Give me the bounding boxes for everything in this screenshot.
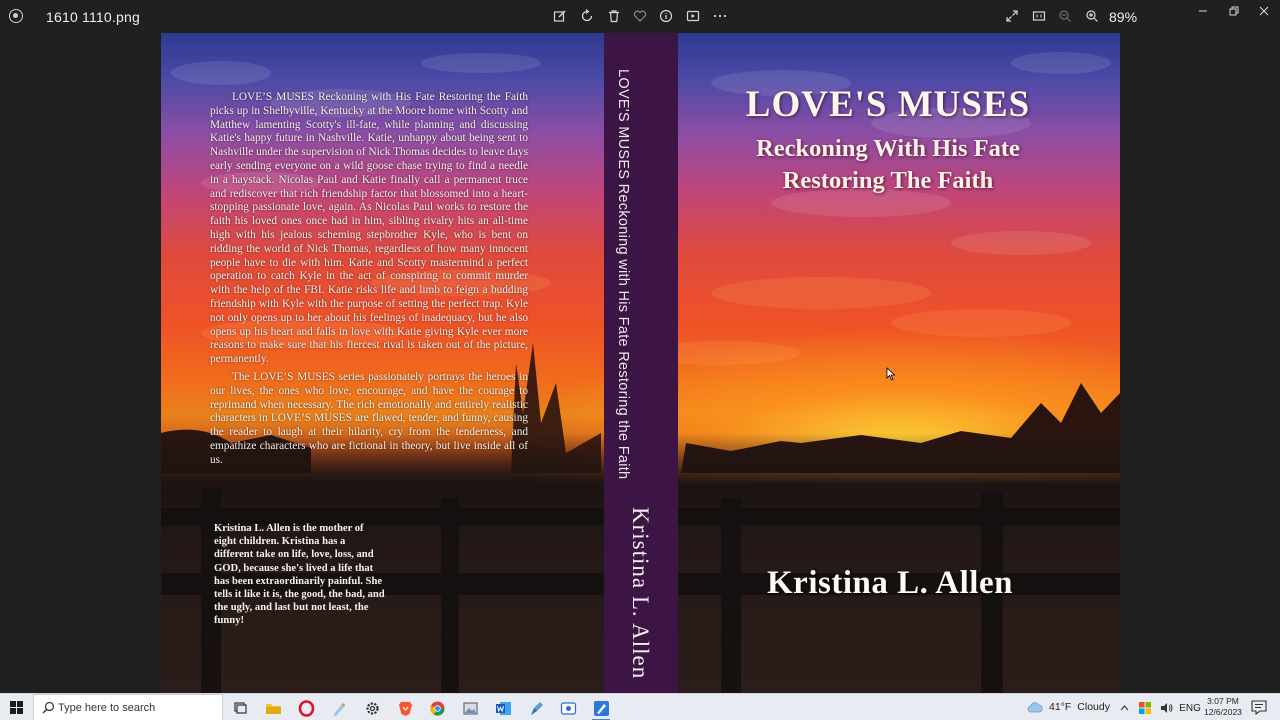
mouse-cursor-icon bbox=[886, 367, 896, 381]
notepad-icon[interactable] bbox=[328, 697, 350, 719]
zoom-in-icon[interactable] bbox=[1083, 7, 1101, 25]
front-subtitle-line-1: Reckoning With His Fate bbox=[756, 135, 1020, 162]
search-input[interactable] bbox=[58, 700, 218, 716]
fullscreen-icon[interactable] bbox=[1003, 7, 1021, 25]
minimize-icon[interactable] bbox=[1195, 4, 1211, 18]
taskbar: 41°F Cloudy ENG 3:07 PM 12/6/2023 bbox=[0, 693, 1280, 720]
zoom-out-icon[interactable] bbox=[1056, 7, 1074, 25]
front-subtitle-line-2: Restoring The Faith bbox=[782, 167, 994, 194]
photos-app-icon bbox=[9, 9, 23, 23]
edit-icon[interactable] bbox=[551, 7, 569, 25]
author-bio: Kristina L. Allen is the mother of eight… bbox=[214, 523, 385, 627]
task-view-icon[interactable] bbox=[229, 697, 251, 719]
actual-size-icon[interactable] bbox=[1030, 7, 1048, 25]
volume-icon[interactable] bbox=[1159, 700, 1175, 716]
close-icon[interactable] bbox=[1256, 4, 1272, 18]
brave-icon[interactable] bbox=[394, 697, 416, 719]
screen-capture-icon[interactable] bbox=[557, 697, 579, 719]
image-viewport[interactable]: LOVE’S MUSES Reckoning with His Fate Res… bbox=[0, 33, 1280, 693]
delete-icon[interactable] bbox=[605, 7, 623, 25]
weather-temperature: 41°F bbox=[1049, 701, 1072, 713]
notification-icon[interactable] bbox=[1250, 699, 1268, 715]
settings-icon[interactable] bbox=[361, 697, 383, 719]
front-subtitle: Reckoning With His Fate Restoring The Fa… bbox=[678, 133, 1098, 197]
chrome-icon[interactable] bbox=[426, 697, 448, 719]
zoom-level[interactable]: 89% bbox=[1109, 9, 1137, 25]
tray-app-icon[interactable] bbox=[1138, 700, 1152, 716]
blurb-paragraph-1: LOVE’S MUSES Reckoning with His Fate Res… bbox=[210, 91, 528, 366]
back-cover-blurb: LOVE’S MUSES Reckoning with His Fate Res… bbox=[210, 91, 528, 472]
pen-app-icon[interactable] bbox=[525, 697, 547, 719]
search-icon bbox=[42, 701, 55, 714]
taskbar-clock[interactable]: 3:07 PM 12/6/2023 bbox=[1200, 696, 1246, 718]
weather-widget[interactable]: 41°F Cloudy bbox=[1027, 699, 1110, 715]
clock-time: 3:07 PM bbox=[1207, 696, 1239, 706]
info-icon[interactable] bbox=[657, 7, 675, 25]
chevron-up-icon[interactable] bbox=[1118, 700, 1130, 716]
file-name: 1610 1110.png bbox=[46, 9, 140, 25]
front-author: Kristina L. Allen bbox=[767, 565, 1013, 601]
word-icon[interactable] bbox=[492, 697, 514, 719]
favorite-icon[interactable] bbox=[631, 7, 649, 25]
taskbar-search[interactable] bbox=[33, 694, 223, 720]
language-indicator[interactable]: ENG bbox=[1179, 700, 1201, 716]
windows-start-icon[interactable] bbox=[0, 694, 33, 720]
paint-app-icon[interactable] bbox=[590, 697, 612, 720]
photos-app-icon[interactable] bbox=[459, 697, 481, 719]
rotate-icon[interactable] bbox=[578, 7, 596, 25]
more-icon[interactable] bbox=[711, 7, 729, 25]
restore-icon[interactable] bbox=[1226, 4, 1242, 18]
clock-date: 12/6/2023 bbox=[1204, 707, 1242, 717]
file-explorer-icon[interactable] bbox=[262, 697, 284, 719]
opera-icon[interactable] bbox=[295, 697, 317, 719]
blurb-paragraph-2: The LOVE’S MUSES series passionately por… bbox=[210, 370, 528, 466]
weather-description: Cloudy bbox=[1077, 701, 1110, 713]
title-bar: 1610 1110.png 89% bbox=[0, 0, 1280, 33]
spine-author: Kristina L. Allen bbox=[628, 507, 653, 680]
front-title: LOVE'S MUSES bbox=[745, 84, 1031, 125]
book-cover-image: LOVE’S MUSES Reckoning with His Fate Res… bbox=[161, 33, 1120, 693]
cloud-icon bbox=[1027, 702, 1043, 713]
slideshow-icon[interactable] bbox=[684, 7, 702, 25]
